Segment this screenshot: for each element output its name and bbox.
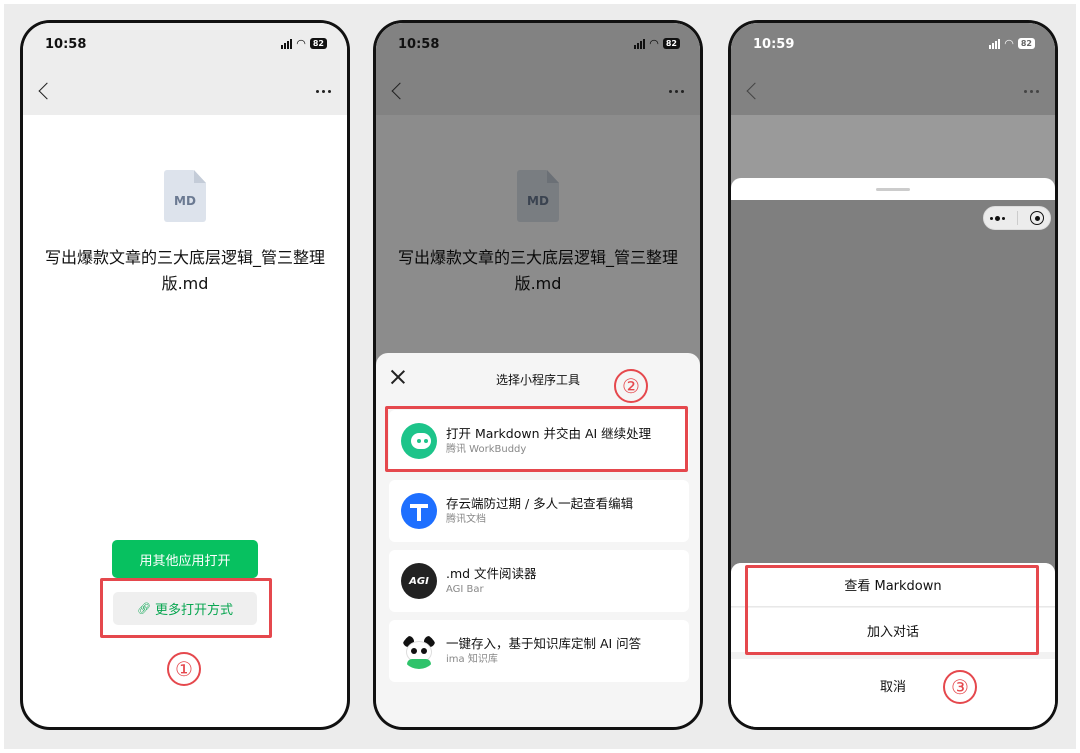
nav-bar xyxy=(376,67,700,115)
tool-subtitle: ima 知识库 xyxy=(446,653,498,665)
signal-icon xyxy=(281,38,293,49)
sheet-grabber[interactable] xyxy=(876,188,910,191)
wifi-icon: ◠ xyxy=(649,37,659,50)
battery-icon: 82 xyxy=(309,38,327,49)
more-icon[interactable] xyxy=(1024,89,1039,93)
capsule-close-icon[interactable] xyxy=(1030,211,1044,225)
tool-item-agi-bar[interactable]: AGI .md 文件阅读器 AGI Bar xyxy=(389,550,689,612)
more-icon[interactable] xyxy=(316,89,331,93)
back-icon[interactable] xyxy=(391,82,409,100)
status-time: 10:58 xyxy=(45,37,87,52)
file-fold-icon xyxy=(194,170,206,183)
file-extension: MD xyxy=(174,194,196,208)
status-bar: 10:58 ◠ 82 xyxy=(376,23,700,67)
ima-panda-logo-icon xyxy=(401,633,437,669)
cancel-action[interactable]: 取消 xyxy=(731,659,1055,727)
signal-icon xyxy=(989,38,1001,49)
phone-2-screen: 10:58 ◠ 82 MD 写出爆款文章的三大底层逻辑_管三整理版.md 选择小… xyxy=(376,23,700,727)
highlight-box-3 xyxy=(745,565,1039,655)
tool-title: 一键存入，基于知识库定制 AI 问答 xyxy=(446,635,642,651)
capsule-divider xyxy=(1017,211,1018,225)
tool-title: .md 文件阅读器 xyxy=(446,565,537,581)
tencent-docs-logo-icon xyxy=(401,493,437,529)
battery-icon: 82 xyxy=(1017,38,1035,49)
wifi-icon: ◠ xyxy=(1004,37,1014,50)
tool-subtitle: 腾讯文档 xyxy=(446,513,486,525)
tool-item-tencent-docs[interactable]: 存云端防过期 / 多人一起查看编辑 腾讯文档 xyxy=(389,480,689,542)
tool-subtitle: AGI Bar xyxy=(446,583,484,595)
nav-bar xyxy=(23,67,347,115)
more-icon[interactable] xyxy=(669,89,684,93)
open-other-app-button[interactable]: 用其他应用打开 xyxy=(112,540,258,578)
battery-icon: 82 xyxy=(662,38,680,49)
signal-icon xyxy=(634,38,646,49)
status-time: 10:58 xyxy=(398,37,440,52)
nav-bar xyxy=(731,67,1055,115)
file-name: 写出爆款文章的三大底层逻辑_管三整理版.md xyxy=(44,248,325,293)
step-number-3: ③ xyxy=(943,670,977,704)
back-icon[interactable] xyxy=(38,82,56,100)
status-time: 10:59 xyxy=(753,37,795,52)
tool-item-ima[interactable]: 一键存入，基于知识库定制 AI 问答 ima 知识库 xyxy=(389,620,689,682)
status-bar: 10:58 ◠ 82 xyxy=(23,23,347,67)
agi-bar-logo-icon: AGI xyxy=(401,563,437,599)
step-number-2: ② xyxy=(614,369,648,403)
highlight-box-2 xyxy=(385,406,688,472)
status-bar: 10:59 ◠ 82 xyxy=(731,23,1055,67)
agi-bar-logo-text: AGI xyxy=(409,575,429,587)
highlight-box-1 xyxy=(100,578,272,638)
phone-2: 10:58 ◠ 82 MD 写出爆款文章的三大底层逻辑_管三整理版.md 选择小… xyxy=(373,20,703,730)
wifi-icon: ◠ xyxy=(296,37,306,50)
tool-title: 存云端防过期 / 多人一起查看编辑 xyxy=(446,495,634,511)
capsule-more-icon[interactable] xyxy=(990,215,1005,221)
step-number-1: ① xyxy=(167,652,201,686)
sheet-title: 选择小程序工具 xyxy=(495,373,580,387)
mini-program-capsule xyxy=(983,206,1051,230)
back-icon[interactable] xyxy=(746,82,764,100)
